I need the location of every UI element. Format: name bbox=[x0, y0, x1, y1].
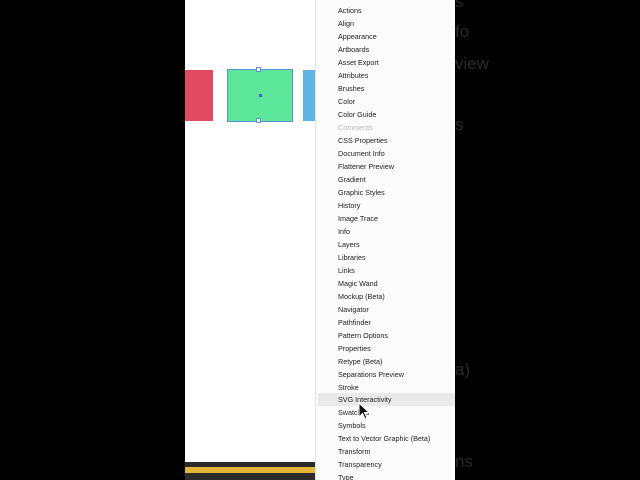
menu-item-retype-beta[interactable]: Retype (Beta) bbox=[318, 355, 455, 368]
selection-handle-bottom[interactable] bbox=[256, 118, 261, 123]
artboard-canvas[interactable] bbox=[185, 0, 335, 480]
menu-item-color-guide[interactable]: Color Guide bbox=[318, 108, 455, 121]
mouse-pointer-icon bbox=[358, 402, 370, 420]
menu-item-layers[interactable]: Layers bbox=[318, 238, 455, 251]
background-text-fragment: a) bbox=[455, 360, 471, 379]
menu-item-image-trace[interactable]: Image Trace bbox=[318, 212, 455, 225]
menu-item-artboards[interactable]: Artboards bbox=[318, 43, 455, 56]
menu-item-attributes[interactable]: Attributes bbox=[318, 69, 455, 82]
yellow-accent-bar bbox=[185, 467, 336, 473]
menu-item-comments: Comments bbox=[338, 123, 373, 132]
menu-item-pathfinder[interactable]: Pathfinder bbox=[318, 316, 455, 329]
menu-item-flattener-preview[interactable]: Flattener Preview bbox=[318, 160, 455, 173]
menu-item-info[interactable]: Info bbox=[318, 225, 455, 238]
menu-item-document-info[interactable]: Document Info bbox=[318, 147, 455, 160]
menu-item-swatches[interactable]: Swatches bbox=[318, 406, 455, 419]
menu-item-mockup-beta[interactable]: Mockup (Beta) bbox=[318, 290, 455, 303]
menu-item-separations-preview[interactable]: Separations Preview bbox=[318, 368, 455, 381]
menu-item-type[interactable]: Type bbox=[318, 471, 455, 480]
menu-item-brushes[interactable]: Brushes bbox=[318, 82, 455, 95]
menu-item-graphic-styles[interactable]: Graphic Styles bbox=[318, 186, 455, 199]
background-text-fragment: s bbox=[455, 115, 464, 134]
menu-item-text-to-vector-graphic[interactable]: Text to Vector Graphic (Beta) bbox=[318, 432, 455, 445]
menu-item-actions[interactable]: Actions bbox=[318, 4, 455, 17]
menu-item-align[interactable]: Align bbox=[318, 17, 455, 30]
blue-rectangle[interactable] bbox=[303, 70, 315, 121]
selection-center-point bbox=[259, 94, 262, 97]
red-rectangle[interactable] bbox=[185, 70, 213, 121]
menu-item-properties[interactable]: Properties bbox=[318, 342, 455, 355]
menu-item-transparency[interactable]: Transparency bbox=[318, 458, 455, 471]
menu-item-asset-export[interactable]: Asset Export bbox=[318, 56, 455, 69]
menu-item-navigator[interactable]: Navigator bbox=[318, 303, 455, 316]
menu-item-libraries[interactable]: Libraries bbox=[318, 251, 455, 264]
left-letterbox bbox=[0, 0, 185, 480]
background-text-fragment: fo bbox=[455, 22, 470, 41]
window-menu: Actions Align Appearance Artboards Asset… bbox=[315, 0, 455, 480]
background-text-fragment: view bbox=[455, 54, 490, 73]
menu-item-svg-interactivity[interactable]: SVG Interactivity bbox=[318, 393, 455, 406]
menu-item-color[interactable]: Color bbox=[318, 95, 455, 108]
menu-item-magic-wand[interactable]: Magic Wand bbox=[318, 277, 455, 290]
menu-item-transform[interactable]: Transform bbox=[318, 445, 455, 458]
selection-handle-top[interactable] bbox=[256, 67, 261, 72]
menu-item-appearance[interactable]: Appearance bbox=[318, 30, 455, 43]
menu-item-symbols[interactable]: Symbols bbox=[318, 419, 455, 432]
menu-item-gradient[interactable]: Gradient bbox=[318, 173, 455, 186]
menu-item-links[interactable]: Links bbox=[318, 264, 455, 277]
menu-item-css-properties[interactable]: CSS Properties bbox=[318, 134, 455, 147]
background-text-fragment: s bbox=[455, 0, 464, 11]
background-text-fragment: ns bbox=[455, 452, 473, 471]
menu-item-history[interactable]: History bbox=[318, 199, 455, 212]
right-letterbox: s fo view s a) ns bbox=[455, 0, 640, 480]
menu-item-pattern-options[interactable]: Pattern Options bbox=[318, 329, 455, 342]
